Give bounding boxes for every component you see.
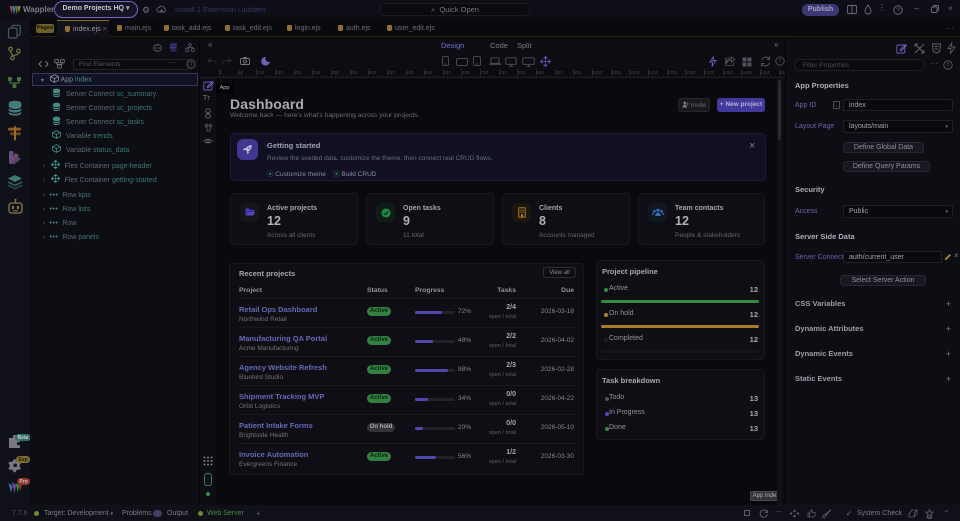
svg-text:?: ? [778, 59, 782, 65]
svg-text:?: ? [189, 62, 193, 68]
svg-text:?: ? [896, 7, 900, 14]
svg-text:?: ? [946, 63, 950, 69]
